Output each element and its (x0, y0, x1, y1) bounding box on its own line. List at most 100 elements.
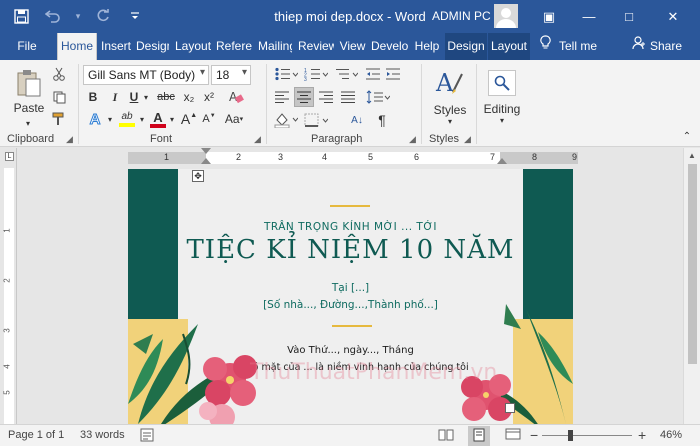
align-right-icon[interactable] (316, 87, 336, 107)
print-layout-icon[interactable] (468, 426, 490, 446)
tab-insert[interactable]: Insert (99, 33, 133, 60)
text-effects-button[interactable]: A (84, 109, 106, 129)
read-mode-icon[interactable] (438, 428, 454, 445)
tab-view[interactable]: View (339, 33, 366, 60)
right-indent-marker[interactable] (497, 158, 507, 164)
font-size-combo[interactable]: 18 ▾ (211, 65, 251, 85)
copy-icon[interactable] (50, 88, 68, 106)
shrink-font-icon[interactable]: A ▼ (200, 109, 218, 129)
editing-button[interactable]: Editing ▾ (482, 65, 522, 129)
vruler-number: 4 (2, 364, 12, 369)
avatar[interactable] (494, 4, 518, 28)
collapse-ribbon-icon[interactable]: ⌃ (680, 130, 694, 142)
font-color-dropdown-icon[interactable]: ▾ (168, 109, 176, 129)
format-painter-icon[interactable] (50, 110, 68, 128)
change-case-button[interactable]: Aa ▾ (222, 109, 246, 129)
subscript-button[interactable]: x₂ (180, 88, 198, 106)
tell-me-search[interactable]: Tell me (540, 33, 597, 60)
web-layout-icon[interactable] (505, 428, 521, 445)
tab-references[interactable]: References (216, 33, 252, 60)
grow-font-label: A (180, 111, 191, 127)
bold-button[interactable]: B (84, 88, 102, 106)
first-line-indent-marker[interactable] (201, 148, 211, 154)
styles-button[interactable]: A Styles ▾ (428, 65, 472, 129)
styles-launcher-icon[interactable]: ◢ (464, 134, 471, 145)
tab-developer[interactable]: Developer (371, 33, 408, 60)
tab-file[interactable]: File (8, 33, 46, 60)
ribbon-display-options-icon[interactable]: ▣ (532, 0, 566, 33)
paragraph-launcher-icon[interactable]: ◢ (409, 134, 416, 145)
paste-button[interactable]: Paste (10, 66, 48, 118)
scroll-up-icon[interactable]: ▲ (688, 151, 696, 160)
table-move-handle[interactable]: ✥ (192, 170, 204, 182)
borders-icon[interactable] (302, 110, 330, 130)
invite-line[interactable]: TRÂN TRỌNG KÍNH MỜI ... TỚI (128, 221, 573, 233)
page-count[interactable]: Page 1 of 1 (8, 429, 64, 441)
horizontal-ruler[interactable]: 1 2 3 4 5 6 7 8 9 (128, 152, 578, 164)
scroll-thumb[interactable] (688, 164, 697, 364)
vertical-ruler[interactable]: 1 2 3 4 5 (0, 148, 17, 424)
zoom-slider-thumb[interactable] (568, 430, 573, 441)
zoom-slider[interactable] (542, 435, 632, 436)
dropdown-icon[interactable]: ▾ (74, 6, 82, 26)
font-name-combo[interactable]: Gill Sans MT (Body) ▾ (83, 65, 209, 85)
tab-design[interactable]: Design (136, 33, 169, 60)
clear-formatting-icon[interactable]: A (226, 88, 246, 106)
line-spacing-icon[interactable] (364, 87, 392, 107)
grow-font-icon[interactable]: A ▲ (180, 109, 198, 129)
undo-icon[interactable] (42, 6, 64, 26)
text-effects-dropdown-icon[interactable]: ▾ (106, 109, 114, 129)
align-left-icon[interactable] (272, 87, 292, 107)
cut-icon[interactable] (50, 65, 68, 83)
tab-table-layout[interactable]: Layout (488, 33, 530, 60)
clipboard-launcher-icon[interactable]: ◢ (66, 134, 73, 145)
minimize-icon[interactable]: — (572, 0, 606, 33)
document-page[interactable]: ✥ TRÂN TRỌNG KÍNH MỜI ... TỚI TIỆC KỈ NI… (128, 169, 573, 424)
user-name[interactable]: ADMIN PC (432, 9, 491, 23)
zoom-level[interactable]: 46% (660, 429, 682, 441)
font-color-button[interactable]: A (148, 109, 168, 129)
underline-dropdown-icon[interactable]: ▾ (142, 88, 150, 106)
tab-stop-selector-icon[interactable]: L (5, 152, 14, 161)
show-marks-button[interactable]: ¶ (372, 110, 392, 130)
tab-review[interactable]: Review (298, 33, 334, 60)
paste-dropdown-icon[interactable]: ▾ (22, 118, 34, 128)
invite-location[interactable]: Tại [...] (128, 282, 573, 294)
bullets-icon[interactable] (272, 65, 300, 83)
decrease-indent-icon[interactable] (364, 65, 382, 83)
document-area[interactable]: 1 2 3 4 5 L 1 2 3 4 5 6 7 8 9 ✥ TRÂN TRỌ… (0, 148, 700, 424)
close-icon[interactable]: ✕ (656, 0, 690, 33)
sort-button[interactable]: A↓ (346, 110, 368, 130)
superscript-button[interactable]: x² (200, 88, 218, 106)
word-count[interactable]: 33 words (80, 429, 125, 441)
table-resize-handle[interactable] (505, 403, 515, 413)
redo-icon[interactable] (92, 6, 114, 26)
vertical-scrollbar[interactable]: ▲ (683, 148, 700, 424)
zoom-in-button[interactable]: + (638, 427, 646, 443)
tab-home[interactable]: Home (57, 33, 97, 60)
italic-button[interactable]: I (106, 88, 124, 106)
increase-indent-icon[interactable] (384, 65, 402, 83)
zoom-out-button[interactable]: − (530, 427, 538, 443)
numbering-icon[interactable]: 123 (302, 65, 330, 83)
shading-icon[interactable] (272, 110, 300, 130)
underline-button[interactable]: U (126, 88, 142, 106)
proofing-icon[interactable] (140, 428, 154, 445)
highlight-button[interactable]: ab (116, 109, 138, 129)
highlight-dropdown-icon[interactable]: ▾ (138, 109, 146, 129)
maximize-icon[interactable]: □ (612, 0, 646, 33)
tab-layout[interactable]: Layout (175, 33, 211, 60)
font-launcher-icon[interactable]: ◢ (254, 134, 261, 145)
multilevel-list-icon[interactable] (332, 65, 360, 83)
hanging-indent-marker[interactable] (201, 158, 211, 164)
customize-icon[interactable] (124, 6, 146, 26)
invite-title[interactable]: TIỆC KỈ NIỆM 10 NĂM (128, 235, 573, 265)
tab-table-design[interactable]: Design (445, 33, 487, 60)
save-icon[interactable] (10, 6, 32, 26)
align-center-icon[interactable] (294, 87, 314, 107)
tab-mailings[interactable]: Mailings (258, 33, 292, 60)
justify-icon[interactable] (338, 87, 358, 107)
tab-help[interactable]: Help (413, 33, 441, 60)
strikethrough-button[interactable]: abc (154, 88, 178, 106)
share-button[interactable]: Share (632, 33, 682, 60)
